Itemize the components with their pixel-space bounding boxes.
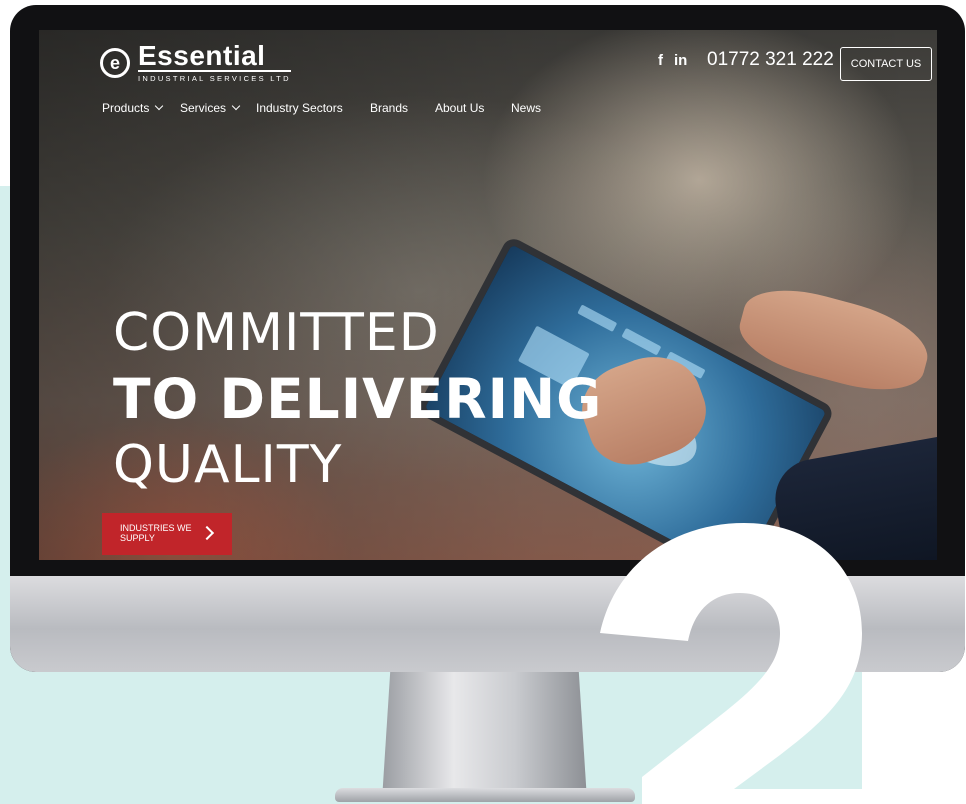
nav-item-industry-sectors[interactable]: Industry Sectors	[256, 101, 343, 115]
facebook-icon[interactable]: f	[658, 52, 663, 69]
dashboard-widget	[621, 327, 662, 356]
chevron-down-icon	[231, 101, 241, 111]
cta-label: INDUSTRIES WE SUPPLY	[120, 523, 192, 543]
industries-we-supply-button[interactable]: INDUSTRIES WE SUPPLY	[102, 513, 232, 555]
nav-item-products[interactable]: Products	[102, 101, 164, 115]
hero-headline-line-1: COMMITTED	[113, 303, 440, 363]
hero-headline-line-2: TO DELIVERING	[113, 367, 603, 431]
chevron-right-icon	[199, 525, 215, 541]
nav-item-services[interactable]: Services	[180, 101, 241, 115]
nav-label: About Us	[435, 101, 485, 115]
chevron-down-icon	[155, 101, 164, 111]
nav-label: Industry Sectors	[256, 101, 343, 115]
nav-label: Brands	[370, 101, 409, 115]
nav-label: Services	[180, 101, 227, 115]
website-screen: e Essential INDUSTRIAL SERVICES LTD f in…	[39, 30, 937, 560]
dashboard-widget	[577, 304, 618, 332]
monitor-stand	[382, 672, 587, 800]
site-logo[interactable]: e Essential INDUSTRIAL SERVICES LTD	[100, 42, 291, 83]
linkedin-icon[interactable]: in	[674, 52, 687, 69]
nav-label: Products	[102, 101, 150, 115]
nav-item-brands[interactable]: Brands	[370, 101, 408, 115]
step-number-graphic	[600, 523, 866, 804]
logo-tagline: INDUSTRIAL SERVICES LTD	[138, 74, 291, 83]
logo-wordmark: Essential INDUSTRIAL SERVICES LTD	[138, 42, 291, 83]
nav-item-about-us[interactable]: About Us	[435, 101, 484, 115]
nav-item-news[interactable]: News	[511, 101, 541, 115]
hero-headline-line-3: QUALITY	[113, 435, 343, 495]
logo-name: Essential	[138, 42, 291, 72]
phone-number[interactable]: 01772 321 222	[707, 49, 834, 71]
nav-label: News	[511, 101, 542, 115]
logo-mark-icon: e	[100, 48, 130, 78]
contact-us-button[interactable]: CONTACT US	[840, 47, 932, 81]
numeral-two-shape	[600, 523, 866, 804]
